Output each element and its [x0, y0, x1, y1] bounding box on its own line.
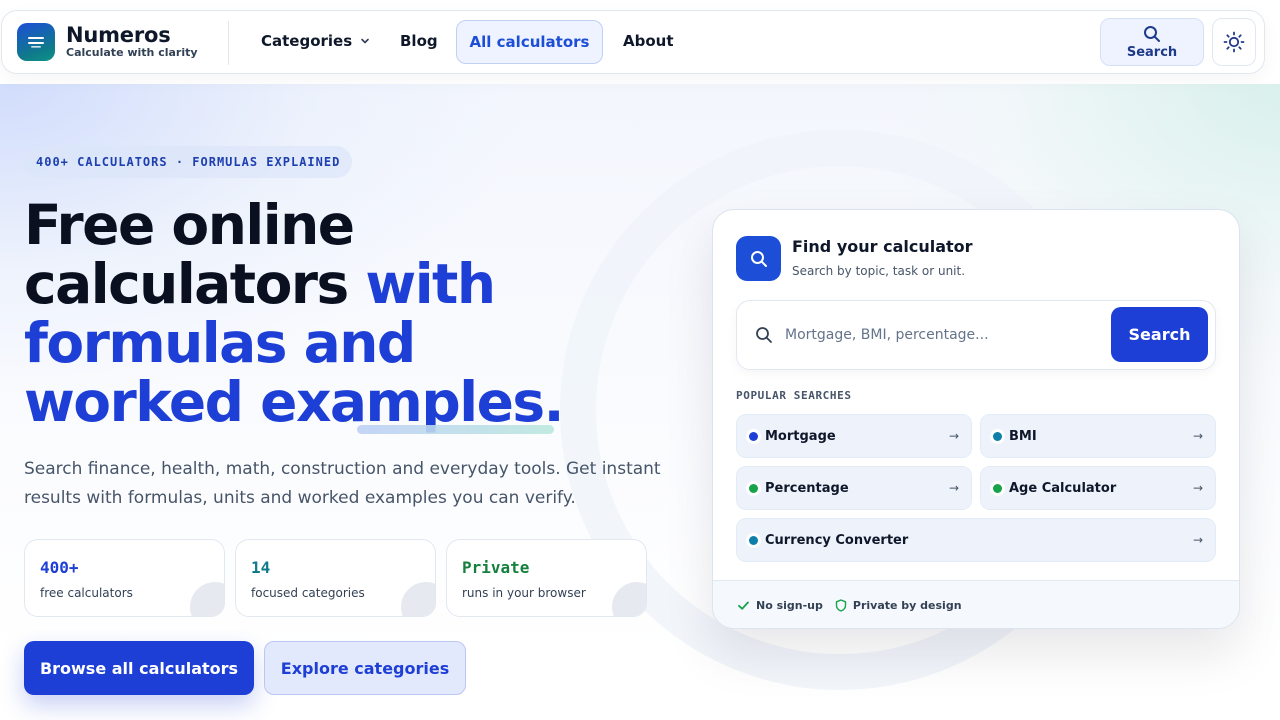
chip-dot [993, 483, 1002, 493]
site-header: Numeros Calculate with clarity Categorie… [1, 10, 1265, 74]
finder-card: Find your calculator Search by topic, ta… [712, 209, 1240, 629]
popular-chip-bmi[interactable]: BMI → [980, 414, 1216, 458]
brand-name[interactable]: Numeros [66, 23, 171, 47]
popular-chip-mortgage[interactable]: Mortgage → [736, 414, 972, 458]
finder-search-input[interactable] [785, 321, 1105, 349]
header-divider [228, 21, 229, 65]
footer-private: Private by design [835, 599, 962, 612]
finder-title: Find your calculator [792, 237, 973, 256]
menu-icon [28, 37, 44, 48]
finder-search-button[interactable]: Search [1111, 307, 1208, 362]
chip-label: Age Calculator [1009, 480, 1117, 496]
chevron-down-icon [361, 38, 369, 44]
browse-all-button[interactable]: Browse all calculators [24, 641, 254, 695]
brand-tagline: Calculate with clarity [66, 46, 198, 59]
headline-line-2: calculators [24, 252, 366, 316]
popular-chip-age-calculator[interactable]: Age Calculator → [980, 466, 1216, 510]
arrow-right-icon: → [948, 429, 959, 443]
search-icon [750, 250, 767, 267]
stat-label: focused categories [251, 586, 365, 600]
finder-subtitle: Search by topic, task or unit. [792, 264, 966, 278]
nav-categories-label: Categories [261, 32, 353, 50]
stat-label: runs in your browser [462, 586, 586, 600]
arrow-right-icon: → [1192, 533, 1203, 547]
chip-dot [993, 431, 1002, 441]
arrow-right-icon: → [948, 481, 959, 495]
popular-chip-currency-converter[interactable]: Currency Converter → [736, 518, 1216, 562]
logo[interactable] [17, 23, 55, 61]
stat-card-calculators: 400+ free calculators [24, 539, 225, 617]
headline-line-2-accent: with [365, 252, 496, 316]
sun-icon [1223, 31, 1245, 53]
headline-line-3: formulas and [24, 311, 416, 375]
chip-label: Percentage [765, 480, 849, 496]
nav-all-calculators[interactable]: All calculators [456, 20, 603, 64]
stat-label: free calculators [40, 586, 133, 600]
hero-lede: Search finance, health, math, constructi… [24, 459, 661, 508]
search-icon [756, 327, 772, 343]
explore-categories-button[interactable]: Explore categories [264, 641, 466, 695]
header-search-label: Search [1126, 44, 1178, 60]
stat-corner-decoration [401, 582, 435, 616]
finder-search-field: Search [736, 300, 1216, 370]
footer-label: Private by design [852, 599, 962, 612]
chip-dot [749, 535, 758, 545]
chip-label: BMI [1009, 428, 1037, 444]
theme-toggle-button[interactable] [1212, 18, 1256, 66]
stat-card-categories: 14 focused categories [235, 539, 436, 617]
stat-value: 14 [251, 558, 271, 577]
chip-label: Currency Converter [765, 532, 909, 548]
shield-icon [835, 599, 847, 612]
chip-dot [749, 431, 758, 441]
headline-underline [357, 425, 554, 434]
header-search-button[interactable]: Search [1100, 18, 1204, 66]
nav-about[interactable]: About [623, 32, 674, 50]
stat-value: Private [462, 558, 530, 577]
nav-blog[interactable]: Blog [400, 32, 438, 50]
stat-value: 400+ [40, 558, 79, 577]
arrow-right-icon: → [1192, 481, 1203, 495]
stat-card-private: Private runs in your browser [446, 539, 647, 617]
arrow-right-icon: → [1192, 429, 1203, 443]
footer-label: No sign-up [756, 599, 823, 612]
finder-icon-box [736, 236, 781, 281]
chip-label: Mortgage [765, 428, 836, 444]
finder-footer: No sign-up Private by design [713, 580, 1239, 628]
headline-line-1: Free online [24, 193, 355, 257]
stat-corner-decoration [190, 582, 224, 616]
stat-corner-decoration [612, 582, 646, 616]
search-icon [1144, 25, 1160, 42]
popular-searches-label: POPULAR SEARCHES [736, 389, 852, 402]
check-icon [738, 601, 749, 610]
popular-chip-percentage[interactable]: Percentage → [736, 466, 972, 510]
hero-headline: Free online calculators with formulas an… [24, 196, 664, 432]
hero-eyebrow: 400+ CALCULATORS · FORMULAS EXPLAINED [24, 146, 353, 178]
footer-no-signup: No sign-up [737, 599, 823, 612]
nav-categories[interactable]: Categories [261, 32, 370, 50]
chip-dot [749, 483, 758, 493]
